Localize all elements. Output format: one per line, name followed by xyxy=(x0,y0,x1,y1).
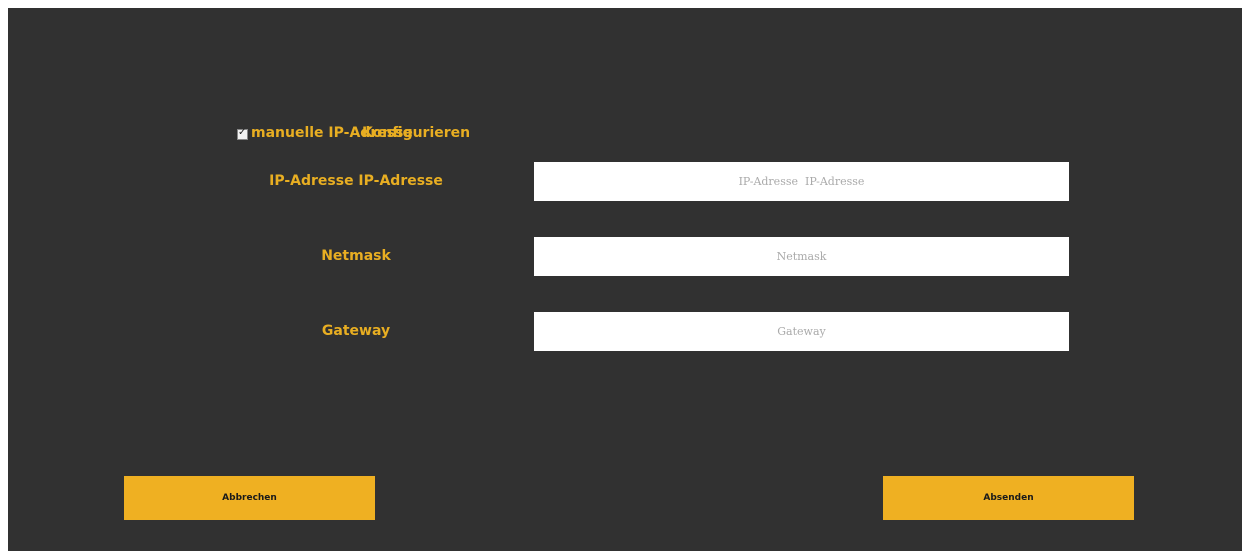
netmask-label: Netmask xyxy=(321,248,391,264)
network-settings-panel xyxy=(8,8,1242,551)
manual-ip-checkbox[interactable]: ✓ xyxy=(237,126,248,140)
gateway-input[interactable] xyxy=(534,312,1069,351)
checkmark-icon: ✓ xyxy=(238,126,247,138)
ip-address-label: IP-Adresse IP-Adresse xyxy=(269,173,443,189)
cancel-button[interactable]: Abbrechen xyxy=(124,476,375,520)
submit-button[interactable]: Absenden xyxy=(883,476,1134,520)
manual-ip-label-part-2: Konfigurieren xyxy=(362,125,471,141)
gateway-label: Gateway xyxy=(321,323,391,339)
manual-ip-toggle[interactable]: ✓ manuelle IP-Adresse Konfigurieren xyxy=(237,125,470,142)
ip-address-input[interactable] xyxy=(534,162,1069,201)
netmask-input[interactable] xyxy=(534,237,1069,276)
